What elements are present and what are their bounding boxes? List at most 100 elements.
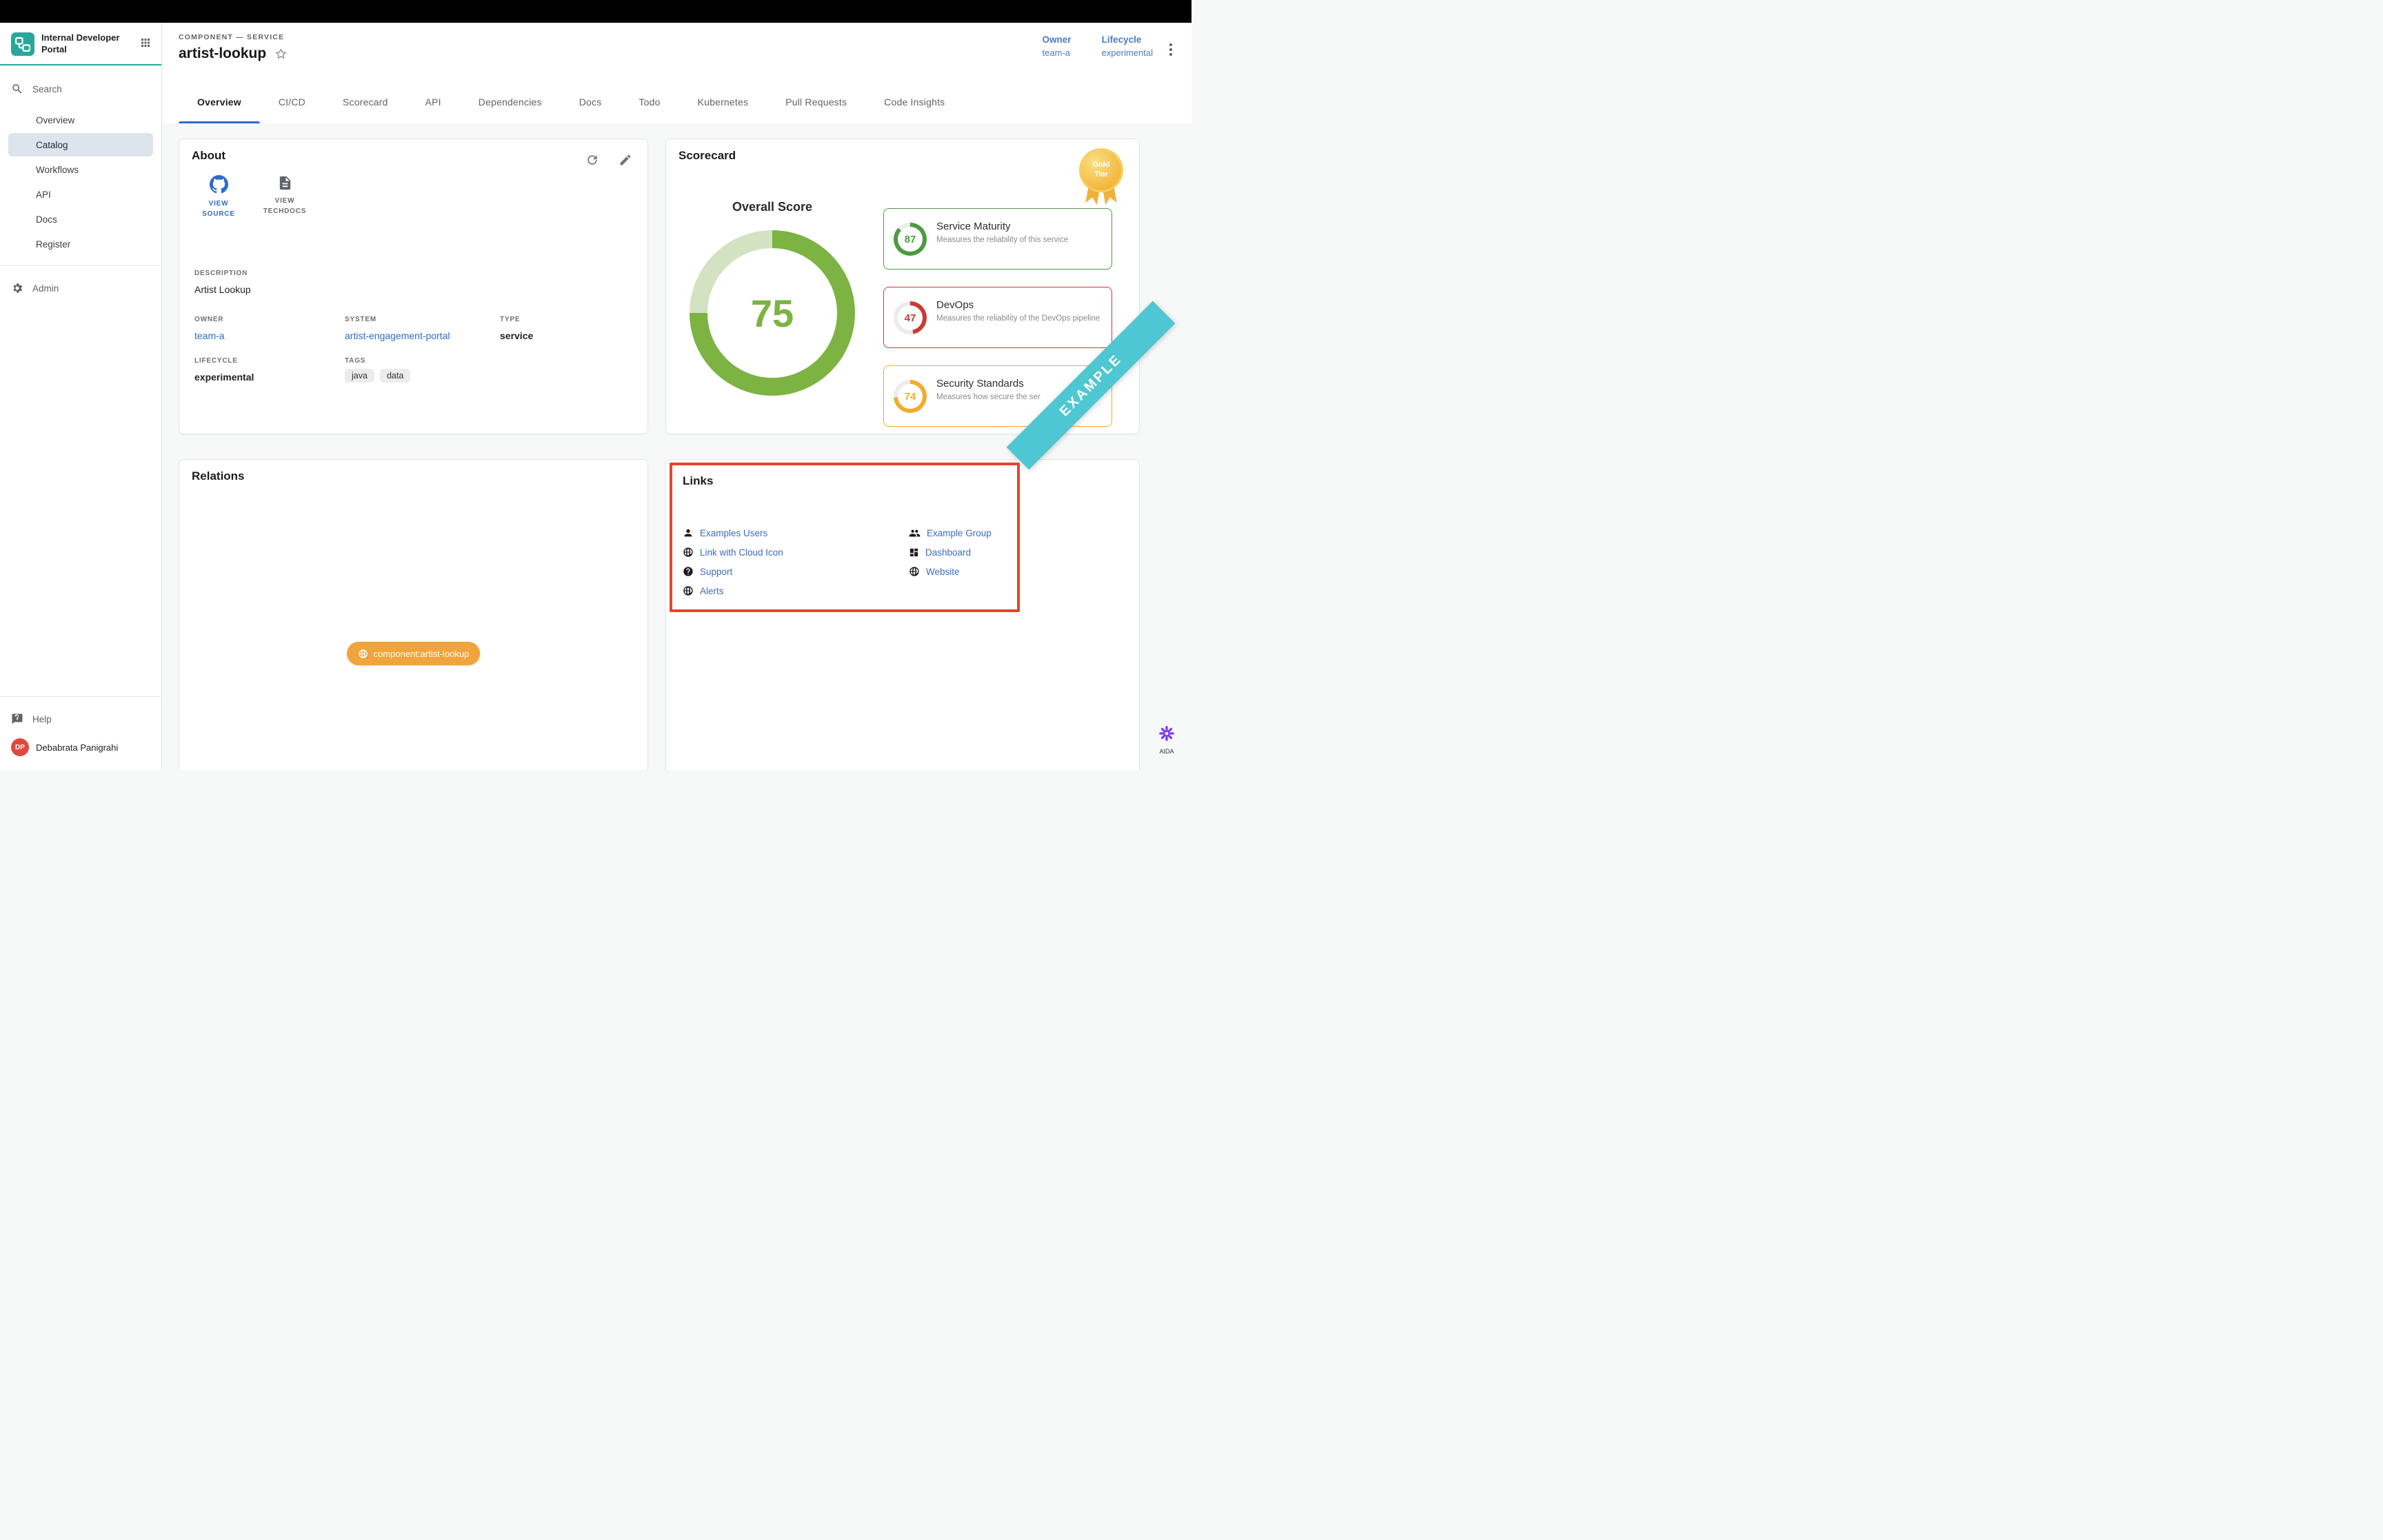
sidebar-item-label: API	[36, 190, 51, 200]
user-name: Debabrata Panigrahi	[36, 742, 118, 753]
view-techdocs-button[interactable]: VIEW TECHDOCS	[261, 175, 309, 219]
sidebar-item-label: Overview	[36, 115, 74, 125]
github-icon	[210, 175, 228, 194]
scorecard-title: Scorecard	[678, 149, 736, 163]
app-logo-icon	[11, 32, 34, 56]
lifecycle-field-label: LIFECYCLE	[194, 357, 238, 365]
score-value: 87	[898, 227, 923, 252]
user-profile[interactable]: DP Debabrata Panigrahi	[0, 731, 161, 762]
sidebar-item-label: Catalog	[36, 140, 68, 150]
view-source-button[interactable]: VIEW SOURCE	[194, 175, 243, 219]
globe-icon	[683, 585, 694, 596]
aida-flower-icon	[1158, 725, 1176, 742]
kebab-menu-icon[interactable]	[1167, 41, 1175, 59]
relations-title: Relations	[192, 469, 245, 483]
sidebar-search[interactable]: Search	[0, 77, 161, 101]
scorecard-card: Scorecard Gold Tier Overall Score 75 87 …	[665, 139, 1140, 434]
score-item[interactable]: 47 DevOps Measures the reliability of th…	[883, 287, 1112, 348]
link-item[interactable]: Support	[683, 565, 783, 578]
link-item[interactable]: Alerts	[683, 584, 783, 598]
app-title: Internal Developer Portal	[41, 32, 123, 56]
dashboard-icon	[909, 547, 919, 558]
owner-field-label: OWNER	[194, 316, 223, 323]
sidebar-item-label: Register	[36, 239, 70, 250]
owner-value-link[interactable]: team-a	[1043, 48, 1072, 58]
sidebar-item-docs[interactable]: Docs	[8, 207, 153, 231]
edit-pencil-icon[interactable]	[619, 153, 632, 167]
user-icon	[683, 527, 694, 538]
owner-field-value[interactable]: team-a	[194, 330, 225, 341]
score-item[interactable]: 87 Service Maturity Measures the reliabi…	[883, 208, 1112, 270]
sidebar-footer: Help DP Debabrata Panigrahi	[0, 687, 161, 770]
tab-scorecard[interactable]: Scorecard	[324, 81, 407, 123]
sidebar-item-workflows[interactable]: Workflows	[8, 158, 153, 181]
sidebar-nav: Overview Catalog Workflows API Docs Regi…	[0, 108, 161, 256]
description-value: Artist Lookup	[194, 284, 251, 295]
link-label: Website	[926, 567, 960, 577]
refresh-icon[interactable]	[585, 153, 599, 167]
favorite-star-icon[interactable]	[274, 48, 288, 61]
tab-dependencies[interactable]: Dependencies	[460, 81, 561, 123]
lifecycle-field-value: experimental	[194, 372, 254, 383]
lifecycle-meta: Lifecycle experimental	[1102, 34, 1153, 58]
gear-icon	[11, 282, 23, 294]
type-field-label: TYPE	[500, 316, 520, 323]
help-icon	[683, 566, 694, 577]
globe-icon	[909, 566, 920, 577]
relations-card: Relations component:artist-lookup	[179, 459, 648, 770]
score-item-title: DevOps	[936, 299, 1103, 311]
aida-launcher[interactable]: AIDA	[1150, 725, 1183, 755]
tab-docs[interactable]: Docs	[561, 81, 621, 123]
apps-grid-icon[interactable]	[139, 37, 152, 52]
view-source-label: SOURCE	[194, 209, 243, 219]
page-title: artist-lookup	[179, 45, 266, 62]
sidebar-item-admin[interactable]: Admin	[0, 276, 161, 301]
tag-chip[interactable]: java	[345, 369, 374, 383]
owner-label[interactable]: Owner	[1043, 34, 1072, 45]
content-area: About VIEW SOURCE VIEW TECHDOCS	[163, 123, 1192, 770]
system-field-label: SYSTEM	[345, 316, 376, 323]
sidebar-item-api[interactable]: API	[8, 183, 153, 206]
entity-header: COMPONENT — SERVICE artist-lookup Owner …	[163, 23, 1192, 81]
tab-todo[interactable]: Todo	[620, 81, 678, 123]
tab-pull-requests[interactable]: Pull Requests	[767, 81, 865, 123]
overall-score-donut: 75	[690, 230, 855, 396]
link-label: Example Group	[927, 528, 992, 538]
sidebar-item-register[interactable]: Register	[8, 232, 153, 256]
avatar: DP	[11, 738, 29, 756]
tab-code-insights[interactable]: Code Insights	[865, 81, 963, 123]
globe-icon	[683, 547, 694, 558]
system-field-value[interactable]: artist-engagement-portal	[345, 330, 450, 341]
score-ring: 74	[894, 380, 927, 413]
link-label: Alerts	[700, 586, 724, 596]
about-title: About	[192, 149, 225, 163]
relation-entity-chip[interactable]: component:artist-lookup	[347, 642, 481, 665]
tab-api[interactable]: API	[407, 81, 460, 123]
link-label: Examples Users	[700, 528, 767, 538]
tab-kubernetes[interactable]: Kubernetes	[679, 81, 767, 123]
group-icon	[909, 527, 921, 539]
link-label: Support	[700, 567, 732, 577]
link-item[interactable]: Dashboard	[909, 545, 992, 559]
link-item[interactable]: Website	[909, 565, 992, 578]
app-logo-row[interactable]: Internal Developer Portal	[0, 23, 161, 64]
sidebar-item-catalog[interactable]: Catalog	[8, 133, 153, 156]
tags-field-label: TAGS	[345, 357, 365, 365]
tab-overview[interactable]: Overview	[179, 81, 260, 123]
entity-tabs: Overview CI/CD Scorecard API Dependencie…	[163, 81, 1192, 123]
link-item[interactable]: Examples Users	[683, 526, 783, 540]
overall-score-value: 75	[751, 291, 794, 336]
tag-chip[interactable]: data	[380, 369, 410, 383]
link-item[interactable]: Example Group	[909, 526, 992, 540]
sidebar-search-label: Search	[32, 84, 62, 94]
page: Internal Developer Portal Search Overvie…	[0, 0, 1192, 770]
sidebar: Internal Developer Portal Search Overvie…	[0, 23, 162, 770]
sidebar-item-overview[interactable]: Overview	[8, 108, 153, 132]
score-value: 74	[898, 384, 923, 409]
sidebar-divider	[0, 696, 161, 697]
link-item[interactable]: Link with Cloud Icon	[683, 545, 783, 559]
tab-cicd[interactable]: CI/CD	[260, 81, 324, 123]
sidebar-item-help[interactable]: Help	[0, 707, 161, 731]
sidebar-item-label: Docs	[36, 214, 57, 225]
sidebar-item-label: Workflows	[36, 165, 79, 175]
